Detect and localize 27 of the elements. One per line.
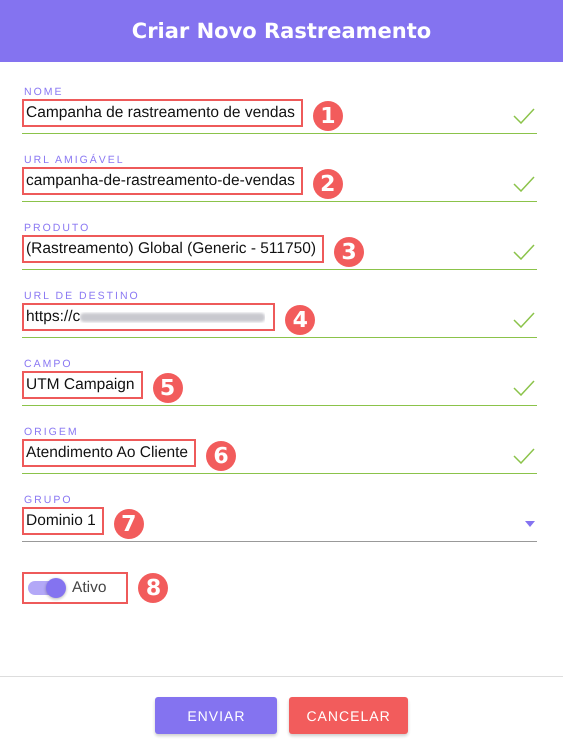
input-field[interactable]: Atendimento Ao Cliente xyxy=(26,444,188,462)
input-field[interactable]: campanha-de-rastreamento-de-vendas xyxy=(26,172,295,190)
dialog-title: Criar Novo Rastreamento xyxy=(132,19,432,43)
field-label: GRUPO xyxy=(24,494,74,506)
toggle-label: Ativo xyxy=(72,579,106,597)
callout-number: 8 xyxy=(138,573,168,603)
input-field[interactable]: UTM Campaign xyxy=(26,376,135,394)
callout-number: 3 xyxy=(334,237,364,267)
field-label: ORIGEM xyxy=(24,426,80,438)
callout-number: 1 xyxy=(312,101,343,131)
callout-number: 4 xyxy=(285,305,316,335)
input-field[interactable]: Campanha de rastreamento de vendas xyxy=(26,104,295,122)
field-label: NOME xyxy=(24,86,64,98)
toggle-switch[interactable] xyxy=(28,581,64,595)
field-label: URL DE DESTINO xyxy=(24,290,141,302)
input-field[interactable]: https://c xyxy=(26,308,80,326)
field-label: PRODUTO xyxy=(24,222,92,234)
input-field[interactable]: (Rastreamento) Global (Generic - 511750) xyxy=(26,240,316,258)
callout-number: 2 xyxy=(312,169,343,199)
submit-button[interactable]: ENVIAR xyxy=(155,697,278,734)
callout-number: 5 xyxy=(152,373,183,403)
field-label: CAMPO xyxy=(24,358,74,370)
field-label: URL AMIGÁVEL xyxy=(24,154,126,166)
callout-number: 7 xyxy=(114,509,144,539)
callout-number: 6 xyxy=(206,441,236,471)
select-field[interactable]: Dominio 1 xyxy=(26,512,96,530)
dropdown-caret-icon xyxy=(525,521,535,527)
